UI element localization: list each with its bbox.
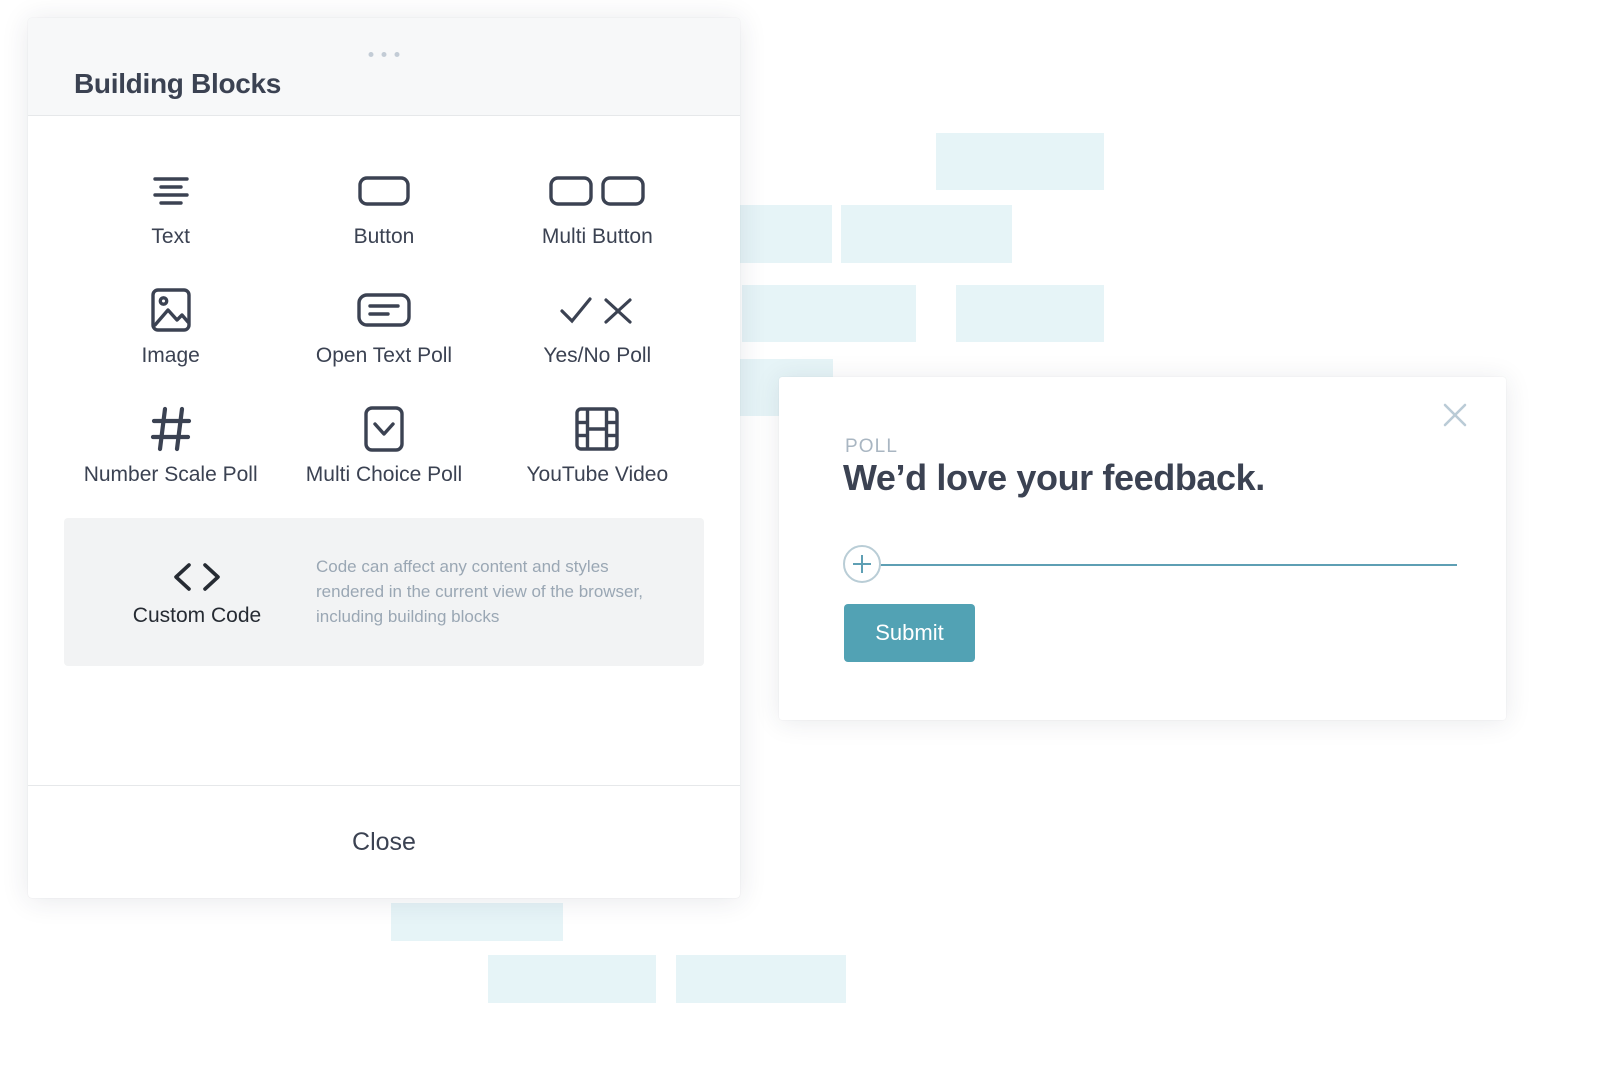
close-button-label: Close [352, 827, 416, 856]
background-block [742, 285, 916, 342]
button-icon [358, 162, 410, 220]
film-strip-icon [574, 400, 620, 458]
background-block [936, 133, 1104, 190]
dot [368, 52, 374, 57]
dot [381, 52, 387, 57]
poll-question: We’d love your feedback. [843, 457, 1265, 498]
poll-slider-input[interactable] [843, 545, 1457, 585]
background-block [676, 955, 846, 1003]
block-label: Button [353, 225, 415, 248]
block-item-open-text-poll[interactable]: Open Text Poll [277, 275, 490, 368]
code-brackets-icon [171, 556, 223, 598]
block-item-multi-button[interactable]: Multi Button [491, 156, 704, 249]
dot [394, 52, 400, 57]
block-item-image[interactable]: Image [64, 275, 277, 368]
poll-slider-handle-icon[interactable] [843, 545, 881, 583]
background-block [731, 205, 832, 263]
block-item-yes-no-poll[interactable]: Yes/No Poll [491, 275, 704, 368]
check-cross-icon [558, 281, 636, 339]
close-icon[interactable] [1440, 400, 1470, 430]
panel-body: Text Button Multi Button Image Open Text… [28, 116, 740, 785]
panel-title: Building Blocks [74, 68, 282, 99]
custom-code-block[interactable]: Custom Code Code can affect any content … [64, 517, 704, 666]
close-button[interactable]: Close [28, 785, 740, 898]
block-item-youtube-video[interactable]: YouTube Video [491, 394, 704, 487]
block-item-number-scale-poll[interactable]: Number Scale Poll [64, 394, 277, 487]
background-block [391, 903, 563, 941]
background-block [956, 285, 1104, 342]
block-label: Number Scale Poll [83, 463, 258, 487]
block-label: Text [151, 225, 190, 248]
submit-button[interactable]: Submit [844, 604, 975, 662]
poll-preview-card: POLL We’d love your feedback. [779, 377, 1506, 720]
image-icon [150, 281, 192, 339]
building-blocks-panel: Building Blocks Text Button Multi Button… [28, 18, 740, 898]
block-item-text[interactable]: Text [64, 156, 277, 249]
text-field-icon [357, 281, 411, 339]
hash-icon [150, 400, 192, 458]
block-item-button[interactable]: Button [277, 156, 490, 249]
background-block [488, 955, 656, 1003]
block-label: Multi Choice Poll [305, 463, 463, 487]
panel-header: Building Blocks [28, 18, 740, 116]
align-center-icon [151, 162, 191, 220]
background-block [841, 205, 1012, 263]
block-label: YouTube Video [526, 463, 669, 487]
multi-button-icon [549, 162, 646, 220]
block-label: Yes/No Poll [543, 344, 652, 368]
poll-slider-track [866, 564, 1457, 566]
dropdown-icon [363, 400, 405, 458]
custom-code-left: Custom Code [90, 556, 304, 628]
poll-eyebrow-label: POLL [845, 436, 898, 457]
block-label: Multi Button [541, 225, 653, 248]
block-label: Image [141, 344, 200, 368]
three-dots-icon[interactable] [368, 52, 400, 57]
block-item-multi-choice-poll[interactable]: Multi Choice Poll [277, 394, 490, 487]
custom-code-description: Code can affect any content and styles r… [316, 556, 643, 627]
building-blocks-grid: Text Button Multi Button Image Open Text… [64, 156, 704, 488]
custom-code-label: Custom Code [132, 603, 262, 627]
block-label: Open Text Poll [315, 344, 453, 368]
